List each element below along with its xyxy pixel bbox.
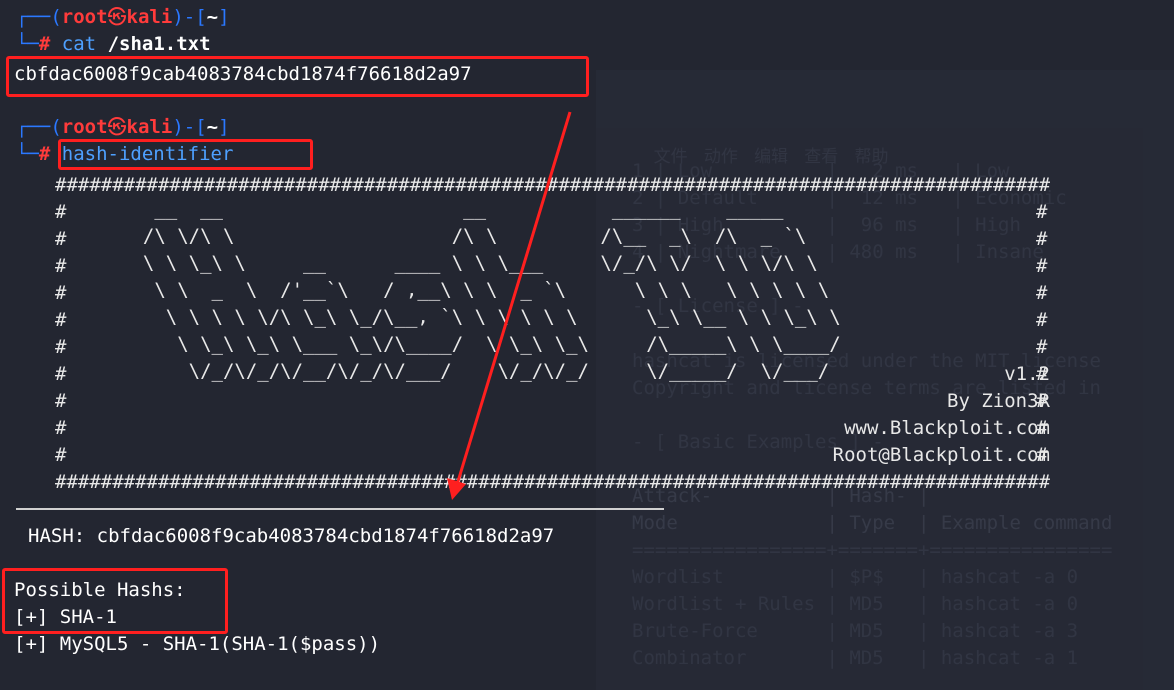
arrow-head — [447, 478, 466, 500]
hash-value[interactable]: cbfdac6008f9cab4083784cbd1874f76618d2a97 — [97, 525, 555, 547]
possible-hash-item[interactable]: [+] MySQL5 - SHA-1(SHA-1($pass)) — [14, 631, 380, 658]
hash-line: HASH: cbfdac6008f9cab4083784cbd1874f7661… — [28, 523, 554, 550]
hash-label: HASH: — [28, 525, 86, 547]
highlight-box-result — [2, 568, 228, 634]
arrow-line — [454, 111, 572, 489]
output-divider — [16, 508, 664, 510]
